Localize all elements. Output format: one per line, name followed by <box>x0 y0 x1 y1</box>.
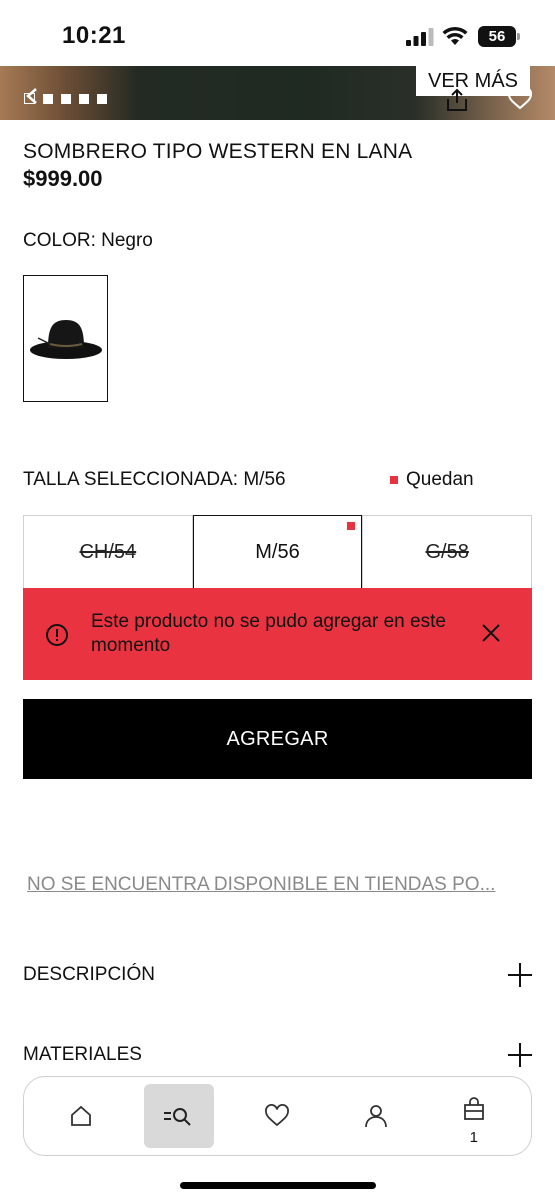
wifi-icon <box>442 26 468 45</box>
status-bar: 10:21 56 <box>0 0 555 66</box>
home-icon <box>71 1105 91 1126</box>
stock-dot-icon <box>390 476 398 484</box>
stock-indicator: Quedan <box>390 469 474 491</box>
search-menu-icon <box>164 1108 191 1126</box>
battery-icon: 56 <box>478 26 516 47</box>
heart-icon <box>265 1104 290 1127</box>
product-title: SOMBRERO TIPO WESTERN EN LANA <box>23 140 413 163</box>
error-banner: Este producto no se pudo agregar en este… <box>23 588 532 680</box>
gallery-dot[interactable] <box>79 93 89 104</box>
back-arrow-icon[interactable] <box>22 86 42 106</box>
share-icon[interactable] <box>446 88 468 112</box>
product-image-gallery[interactable]: VER MÁS <box>0 66 555 120</box>
cart-count-badge: 1 <box>469 1129 479 1146</box>
nav-search[interactable] <box>144 1084 215 1148</box>
accordion-materials[interactable]: MATERIALES <box>23 1040 532 1070</box>
size-option-m56[interactable]: M/56 <box>192 515 363 589</box>
signal-icon <box>406 28 434 46</box>
bag-icon <box>463 1097 484 1120</box>
wishlist-heart-icon[interactable] <box>508 88 532 110</box>
hat-thumbnail-image <box>30 320 102 359</box>
size-option-g58[interactable]: G/58 <box>362 515 533 589</box>
low-stock-dot-icon <box>347 522 356 530</box>
battery-tip <box>517 33 520 40</box>
product-price: $999.00 <box>23 166 103 191</box>
user-icon <box>364 1105 387 1128</box>
accordion-materials-label: MATERIALES <box>23 1044 142 1065</box>
close-icon[interactable] <box>481 623 501 643</box>
gallery-dot[interactable] <box>61 93 71 104</box>
nav-home[interactable] <box>46 1084 116 1148</box>
store-availability-link[interactable]: NO SE ENCUENTRA DISPONIBLE EN TIENDAS PO… <box>27 874 532 896</box>
nav-account[interactable] <box>341 1084 411 1148</box>
color-label: COLOR: Negro <box>23 230 153 251</box>
plus-icon[interactable] <box>508 1043 532 1067</box>
size-option-label: M/56 <box>255 540 300 563</box>
bottom-navigation: 1 <box>23 1076 532 1156</box>
accordion-description[interactable]: DESCRIPCIÓN <box>23 960 532 990</box>
size-selector: CH/54 M/56 G/58 <box>23 515 533 589</box>
nav-cart[interactable]: 1 <box>439 1084 509 1148</box>
stock-text: Quedan <box>406 469 474 490</box>
home-indicator <box>180 1182 376 1189</box>
accordion-description-label: DESCRIPCIÓN <box>23 964 155 985</box>
size-option-ch54[interactable]: CH/54 <box>23 515 193 589</box>
add-to-cart-button[interactable]: AGREGAR <box>23 699 532 779</box>
status-time: 10:21 <box>62 22 126 49</box>
nav-wishlist[interactable] <box>242 1084 312 1148</box>
plus-icon[interactable] <box>508 963 532 987</box>
gallery-dot[interactable] <box>43 93 53 104</box>
error-message: Este producto no se pudo agregar en este… <box>91 611 446 656</box>
alert-circle-icon <box>46 624 68 646</box>
selected-size-label: TALLA SELECCIONADA: M/56 <box>23 469 286 490</box>
gallery-dot[interactable] <box>97 93 107 104</box>
color-swatch-negro[interactable] <box>23 275 108 402</box>
